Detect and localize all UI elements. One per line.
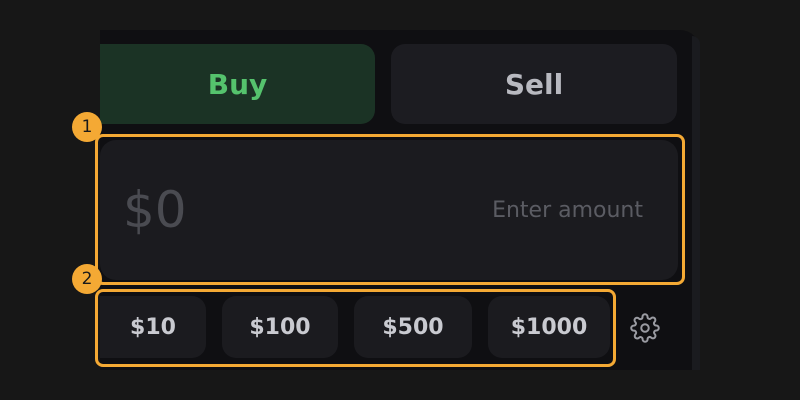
preset-button-1000[interactable]: $1000 (488, 296, 610, 358)
panel-edge (692, 36, 700, 370)
annotation-marker-2: 2 (72, 264, 102, 294)
tab-sell[interactable]: Sell (391, 44, 677, 124)
annotation-marker-1: 1 (72, 112, 102, 142)
gear-icon[interactable] (630, 313, 660, 343)
preset-button-10[interactable]: $10 (100, 296, 206, 358)
preset-button-500[interactable]: $500 (354, 296, 472, 358)
amount-placeholder: Enter amount (492, 198, 643, 223)
tab-buy[interactable]: Buy (100, 44, 375, 124)
amount-value: $0 (123, 181, 187, 239)
preset-button-100[interactable]: $100 (222, 296, 338, 358)
